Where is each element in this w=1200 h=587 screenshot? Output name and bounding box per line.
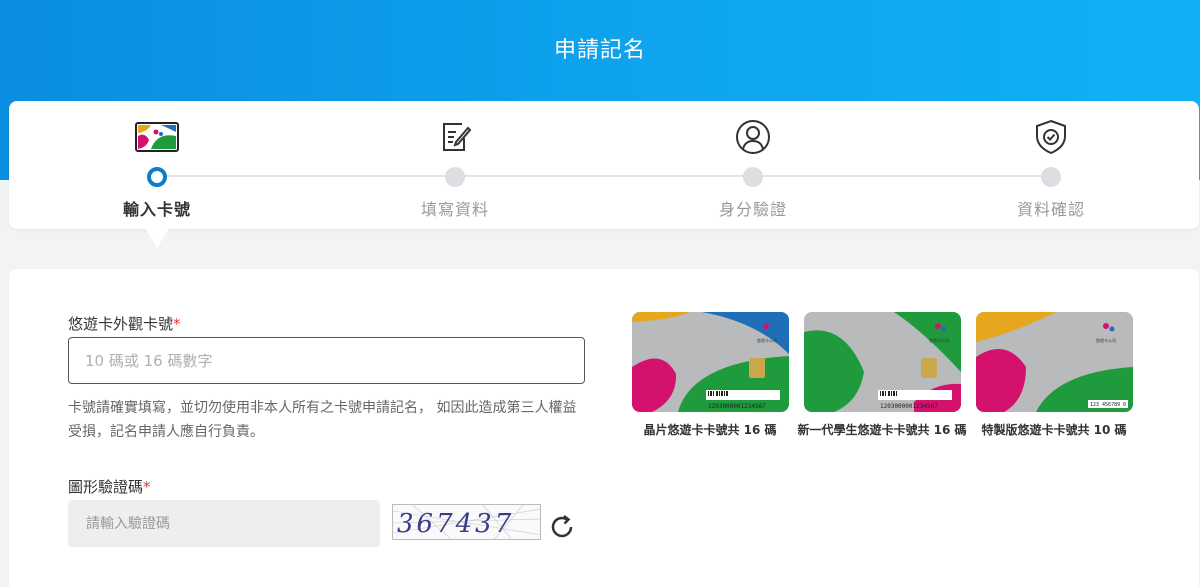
required-mark: * — [143, 478, 151, 496]
step-data-confirm: 資料確認 — [951, 119, 1151, 220]
card-number-input[interactable] — [68, 337, 585, 384]
page-title: 申請記名 — [553, 38, 646, 63]
sample-caption-student: 新一代學生悠遊卡卡號共 16 碼 — [797, 423, 967, 437]
step-indicator — [445, 167, 465, 187]
step-fill-data: 填寫資料 — [355, 119, 555, 220]
edit-document-icon — [355, 119, 555, 155]
shield-check-icon — [951, 119, 1151, 155]
step-label: 輸入卡號 — [122, 200, 191, 219]
required-mark: * — [173, 315, 181, 333]
step-enter-card-number: 輸入卡號 — [57, 119, 257, 220]
refresh-icon — [551, 515, 573, 538]
step-label: 填寫資料 — [420, 200, 489, 219]
sample-card-student: 1203000001234567 悠遊卡公司 — [804, 312, 961, 412]
progress-stepper: 輸入卡號 填寫資料 身分驗證 資料確認 — [9, 101, 1199, 229]
step-indicator-active — [147, 167, 167, 187]
captcha-char: 367437 — [397, 509, 514, 539]
stepper-track — [157, 175, 1051, 177]
sample-card-number: 1203000001234567 — [708, 403, 766, 410]
card-number-label: 悠遊卡外觀卡號* — [68, 313, 181, 334]
captcha-label-text: 圖形驗證碼 — [68, 478, 144, 496]
sample-caption-chip: 晶片悠遊卡卡號共 16 碼 — [643, 423, 777, 437]
sample-card-number: 1203000001234567 — [880, 403, 938, 410]
step-indicator — [1041, 167, 1061, 187]
sample-card-special: 123 456789 0 悠遊卡公司 — [976, 312, 1133, 412]
sample-card-brand: 悠遊卡公司 — [1096, 337, 1116, 343]
sample-card-brand: 悠遊卡公司 — [929, 337, 949, 343]
sample-card-number: 123 456789 0 — [1090, 402, 1126, 408]
card-number-label-text: 悠遊卡外觀卡號 — [68, 315, 174, 333]
sample-caption-special: 特製版悠遊卡卡號共 10 碼 — [981, 423, 1127, 437]
user-circle-icon — [653, 119, 853, 155]
captcha-image: 367437 — [392, 504, 541, 540]
captcha-label: 圖形驗證碼* — [68, 476, 151, 497]
refresh-captcha-button[interactable] — [547, 512, 577, 542]
step-identity-verification: 身分驗證 — [653, 119, 853, 220]
easycard-logo-icon — [57, 119, 257, 155]
step-label: 身分驗證 — [718, 200, 787, 219]
card-number-hint: 卡號請確實填寫，並切勿使用非本人所有之卡號申請記名， 如因此造成第三人權益受損，… — [68, 400, 577, 440]
active-step-pointer — [145, 228, 169, 248]
step-indicator — [743, 167, 763, 187]
step-label: 資料確認 — [1016, 200, 1085, 219]
sample-card-chip: 1203000001234567 悠遊卡公司 — [632, 312, 789, 412]
sample-card-brand: 悠遊卡公司 — [757, 337, 777, 343]
captcha-input[interactable] — [68, 500, 380, 547]
